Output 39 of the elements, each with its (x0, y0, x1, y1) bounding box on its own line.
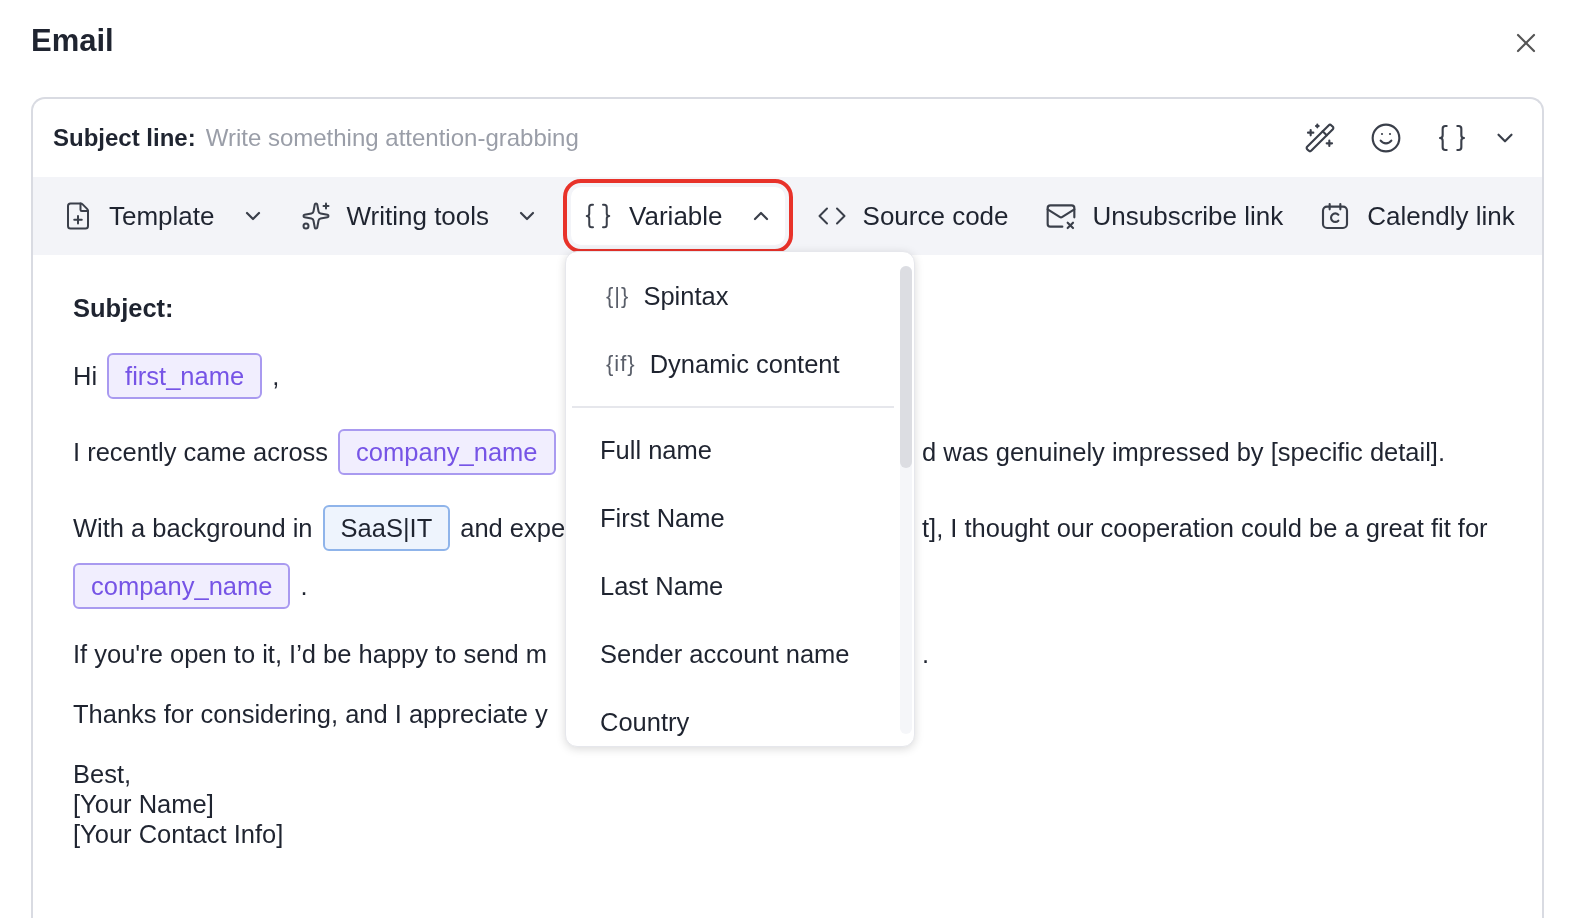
body-text: I recently came across (73, 437, 329, 467)
body-text: If you're open to it, I’d be happy to send m (73, 639, 548, 669)
body-text: , (272, 361, 280, 391)
dialog-title: Email (31, 23, 114, 59)
body-text: t], I thought our cooperation could be a great fit for (922, 513, 1489, 543)
body-text: Best, (73, 759, 132, 789)
body-text: Hi (73, 361, 98, 391)
subject-line-label: Subject line: (53, 124, 196, 152)
body-text: and expe (460, 513, 566, 543)
menu-item-label: Dynamic content (649, 349, 840, 379)
body-text: [Your Contact Info] (73, 819, 284, 849)
body-text: [Your Name] (73, 789, 214, 819)
braces-icon: {|} (606, 283, 630, 309)
toolbar-button[interactable]: Template (51, 187, 277, 245)
scrollbar[interactable] (900, 266, 912, 734)
body-text: With a background in (73, 513, 313, 543)
value-tag[interactable]: SaaS|IT (322, 505, 451, 551)
menu-item[interactable]: Last Name (572, 552, 894, 620)
menu-item[interactable]: First Name (572, 484, 894, 552)
sparkles-icon (300, 201, 331, 231)
variable-tag[interactable]: first_name (107, 353, 263, 399)
variable-tag[interactable]: company_name (338, 429, 556, 475)
menu-item[interactable]: {|} Spintax (572, 262, 894, 330)
body-text: . (300, 571, 308, 601)
menu-item[interactable]: Country (572, 688, 894, 746)
toolbar-button[interactable]: Unsubscribe link (1032, 187, 1296, 245)
toolbar-button[interactable]: Writing tools (288, 187, 552, 245)
variable-tag[interactable]: company_name (73, 563, 291, 609)
body-text: . (922, 639, 931, 669)
body-text: Thanks for considering, and I appreciate y (73, 699, 548, 729)
toolbar-button[interactable]: Calendly link (1307, 187, 1527, 245)
menu-item[interactable]: {if} Dynamic content (572, 330, 894, 398)
body-text: d was genuinely impressed by [specific detail]. (922, 437, 1446, 467)
menu-item[interactable]: Sender account name (572, 620, 894, 688)
toolbar-button[interactable]: Source code (804, 187, 1021, 245)
braces-icon: {if} (606, 351, 636, 377)
body-subject-label: Subject: (73, 293, 174, 323)
menu-item-label: Spintax (643, 281, 729, 311)
menu-item[interactable]: Full name (572, 416, 894, 484)
